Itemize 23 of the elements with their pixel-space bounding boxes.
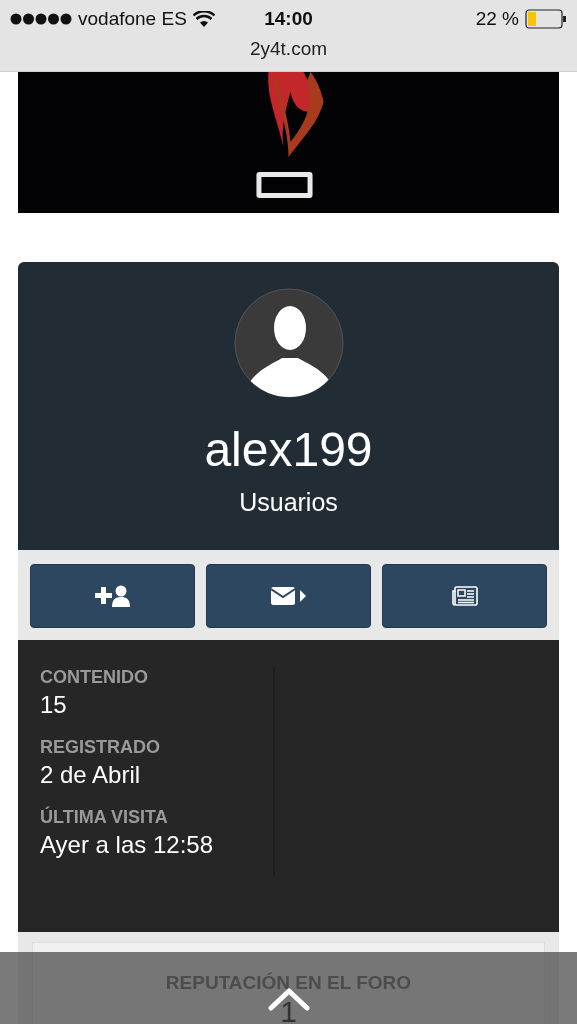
username: alex199 [204, 426, 373, 474]
stat-label: REGISTRADO [40, 736, 161, 758]
envelope-icon [270, 586, 307, 606]
add-user-icon [94, 585, 131, 607]
add-friend-button[interactable] [30, 564, 195, 628]
user-group: Usuarios [239, 488, 338, 517]
address-url[interactable]: 2y4t.com [0, 38, 577, 60]
stat-label: ÚLTIMA VISITA [40, 806, 169, 828]
news-button[interactable] [382, 564, 547, 628]
reputation-value: 1 [280, 997, 297, 1024]
message-button[interactable] [206, 564, 371, 628]
carrier-name: vodafone ES [78, 8, 187, 30]
newspaper-icon [451, 586, 478, 606]
wifi-icon [192, 11, 215, 27]
battery-percent: 22 % [475, 8, 519, 30]
battery-icon [525, 9, 567, 29]
avatar-icon [233, 288, 344, 398]
stat-value: 15 [40, 690, 68, 720]
signal-icon [10, 13, 72, 25]
stat-label: CONTENIDO [40, 666, 149, 688]
clock-time: 14:00 [264, 8, 313, 30]
stat-value: Ayer a las 12:58 [40, 830, 214, 860]
stat-value: 2 de Abril [40, 760, 142, 790]
